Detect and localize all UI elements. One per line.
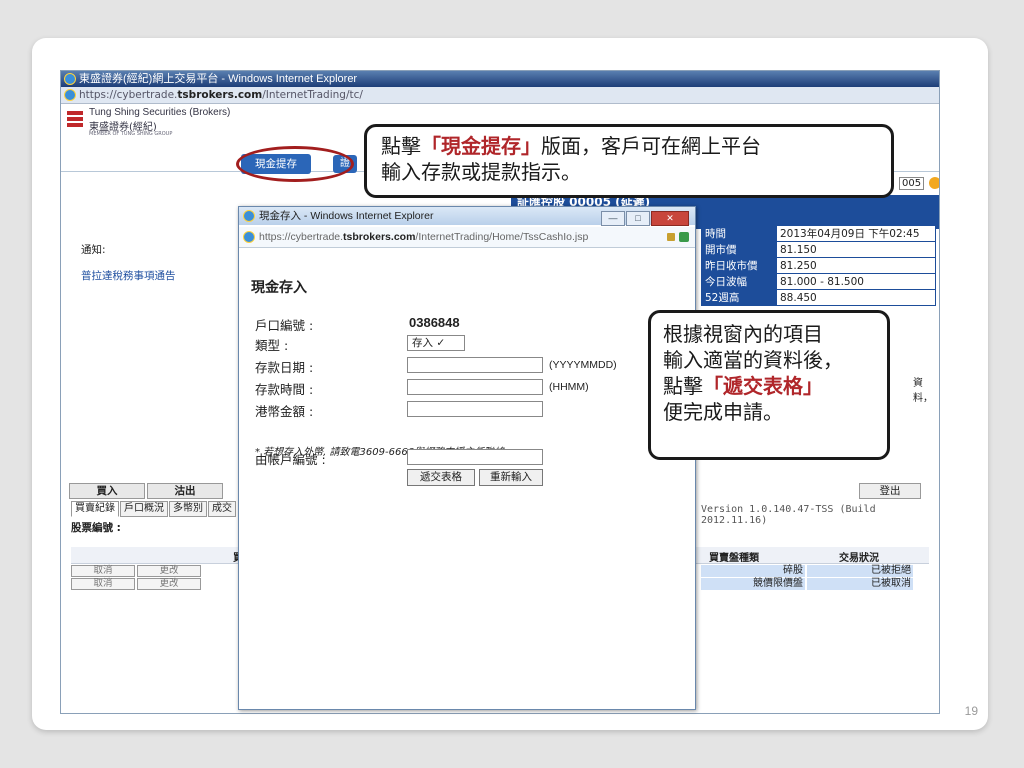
modify-button[interactable]: 更改 (137, 565, 201, 577)
lock-icon (667, 233, 675, 241)
ie-icon (243, 210, 255, 222)
address-bar[interactable]: https://cybertrade.tsbrokers.com/Interne… (61, 87, 939, 104)
close-icon[interactable]: ✕ (651, 211, 689, 226)
deposit-date-input[interactable] (407, 357, 543, 373)
sell-button[interactable]: 沽出 (147, 483, 223, 499)
highlight-ellipse (236, 146, 354, 182)
ie-icon (64, 73, 76, 85)
minimize-icon[interactable]: — (601, 211, 625, 226)
account-number: 0386848 (409, 315, 460, 330)
hkd-amount-input[interactable] (407, 401, 543, 417)
cancel-button[interactable]: 取消 (71, 565, 135, 577)
brand-logo: Tung Shing Securities (Brokers) 東盛證券(經紀)… (65, 107, 265, 141)
notice-link[interactable]: 普拉達稅務事項通告 (81, 268, 176, 283)
window-title: 東盛證券(經紀)網上交易平台 - Windows Internet Explor… (79, 73, 358, 85)
col-order-type: 買賣盤種類 (709, 553, 759, 564)
form-title: 現金存入 (251, 280, 307, 296)
cancel-button[interactable]: 取消 (71, 578, 135, 590)
order-status-cell: 已被拒絕 (807, 565, 913, 577)
window-controls: — □ ✕ (600, 209, 689, 227)
version-text: Version 1.0.140.47-TSS (Build 2012.11.16… (701, 504, 876, 526)
tab-executed[interactable]: 成交 (208, 501, 236, 517)
account-label: 戶口編號 : (255, 318, 314, 333)
order-type-cell: 碎股 (701, 565, 805, 577)
stock-code-label: 股票編號 : (71, 522, 121, 534)
reset-button[interactable]: 重新輸入 (479, 469, 543, 486)
quote-table: 時間 2013年04月09日 下午02:45 開市價 81.150 昨日收市價 81.… (701, 225, 936, 306)
maximize-icon[interactable]: □ (626, 211, 650, 226)
type-label: 類型 : (255, 338, 289, 353)
buy-button[interactable]: 買入 (69, 483, 145, 499)
company-logo-icon (67, 111, 83, 131)
tab-multi-currency[interactable]: 多幣別 (169, 501, 207, 517)
popup-titlebar: 現金存入 - Windows Internet Explorer — □ ✕ (239, 207, 695, 227)
logout-button[interactable]: 登出 (859, 483, 921, 499)
from-account-label: 由帳戶編號 : (255, 452, 326, 467)
ie-icon (64, 89, 76, 101)
status-dot-icon (929, 177, 939, 189)
table-row: 今日波幅 81.000 - 81.500 (701, 273, 936, 290)
time-format-hint: (HHMM) (549, 381, 589, 393)
table-row: 開市價 81.150 (701, 241, 936, 258)
notice-label: 通知: (81, 244, 106, 256)
tab-account-overview[interactable]: 戶口概況 (120, 501, 168, 517)
amount-label: 港幣金額 : (255, 404, 314, 419)
tab-trade-records[interactable]: 買賣紀錄 (71, 501, 119, 517)
order-status-cell: 已被取消 (807, 578, 913, 590)
account-selector[interactable]: 005 (899, 177, 925, 190)
type-select[interactable]: 存入 ✓ (407, 335, 465, 351)
deposit-form: 現金存入 戶口編號 : 0386848 類型 : 存入 ✓ 存款日期 : (YY… (239, 249, 695, 709)
deposit-time-input[interactable] (407, 379, 543, 395)
ie-icon (243, 231, 255, 243)
table-row: 時間 2013年04月09日 下午02:45 (701, 225, 936, 242)
submit-form-button[interactable]: 遞交表格 (407, 469, 475, 486)
modify-button[interactable]: 更改 (137, 578, 201, 590)
table-row: 昨日收市價 81.250 (701, 257, 936, 274)
popup-title: 現金存入 - Windows Internet Explorer (259, 210, 434, 222)
info-tail-text: 資料， (913, 378, 933, 404)
callout-submit-form: 根據視窗內的項目 輸入適當的資料後， 點擊「遞交表格」 便完成申請。 (648, 310, 890, 460)
col-status: 交易狀況 (839, 553, 879, 564)
popup-address-bar[interactable]: https://cybertrade.tsbrokers.com/Interne… (239, 227, 695, 248)
from-account-input[interactable] (407, 449, 543, 465)
callout-cash-tab: 點擊「現金提存」版面，客戶可在網上平台 輸入存款或提款指示。 (364, 124, 894, 198)
browser-titlebar: 東盛證券(經紀)網上交易平台 - Windows Internet Explor… (61, 71, 939, 87)
order-type-cell: 競價限價盤 (701, 578, 805, 590)
date-format-hint: (YYYYMMDD) (549, 359, 617, 371)
date-label: 存款日期 : (255, 360, 314, 375)
time-label: 存款時間 : (255, 382, 314, 397)
table-row: 52週高 88.450 (701, 289, 936, 306)
cash-deposit-popup: 現金存入 - Windows Internet Explorer — □ ✕ htt… (238, 206, 696, 710)
refresh-icon[interactable] (679, 232, 689, 242)
slide-page-number: 19 (964, 704, 978, 718)
bottom-tabs: 買賣紀錄 戶口概況 多幣別 成交 (71, 501, 237, 517)
